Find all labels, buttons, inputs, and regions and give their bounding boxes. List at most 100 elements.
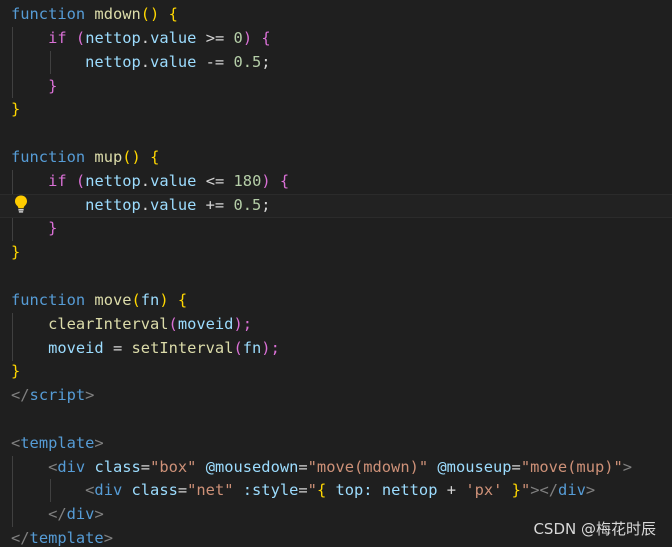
code-line-9-current[interactable]: nettop.value += 0.5;	[0, 194, 672, 218]
lightbulb-icon[interactable]	[12, 194, 30, 214]
code-line-15[interactable]: moveid = setInterval(fn);	[0, 337, 672, 361]
code-line-14[interactable]: clearInterval(moveid);	[0, 313, 672, 337]
bracket: }	[511, 481, 521, 499]
identifier: value	[150, 29, 197, 47]
bracket: {	[177, 291, 188, 309]
identifier: top:	[335, 481, 373, 499]
function-name: mup	[94, 148, 123, 166]
string: "	[307, 481, 317, 499]
tag-punctuation: >	[94, 434, 104, 452]
bracket: (	[75, 172, 86, 190]
identifier: moveid	[48, 339, 104, 357]
identifier: nettop	[381, 481, 438, 499]
number: 0	[233, 29, 243, 47]
bracket: );	[233, 315, 252, 333]
tag-punctuation: ></	[530, 481, 559, 499]
keyword: function	[11, 5, 86, 23]
string: "box"	[150, 458, 197, 476]
bracket: }	[48, 219, 58, 237]
function-name: clearInterval	[48, 315, 169, 333]
code-line-20[interactable]: <div class="box" @mousedown="move(mdown)…	[0, 456, 672, 480]
operator: =	[298, 481, 308, 499]
attribute-name: @mouseup	[437, 458, 512, 476]
operator: .	[140, 196, 151, 214]
tag-name: div	[94, 481, 123, 499]
bracket: )	[261, 172, 271, 190]
operator: =	[298, 458, 308, 476]
code-line-16[interactable]: }	[0, 360, 672, 384]
bracket: {	[261, 29, 271, 47]
bracket: }	[11, 100, 21, 118]
number: 180	[233, 172, 262, 190]
bracket: }	[11, 243, 21, 261]
code-line-3[interactable]: nettop.value -= 0.5;	[0, 51, 672, 75]
operator: .	[140, 172, 151, 190]
tag-name: div	[558, 481, 586, 499]
identifier: moveid	[177, 315, 234, 333]
bracket: )	[242, 29, 253, 47]
watermark: CSDN @梅花时辰	[533, 520, 656, 538]
number: 0.5	[233, 196, 262, 214]
code-line-21[interactable]: <div class="net" :style="{ top: nettop +…	[0, 479, 672, 503]
keyword: if	[48, 172, 67, 190]
function-name: move	[94, 291, 132, 309]
operator: =	[511, 458, 521, 476]
operator: -=	[205, 53, 225, 71]
tag-punctuation: >	[94, 505, 104, 523]
bracket: }	[11, 362, 21, 380]
punctuation: ;	[261, 53, 271, 71]
identifier: fn	[242, 339, 262, 357]
bracket: {	[316, 481, 327, 499]
function-name: mdown	[94, 5, 141, 23]
operator: =	[112, 339, 123, 357]
identifier: value	[150, 196, 197, 214]
string: "net"	[187, 481, 234, 499]
code-line-13[interactable]: function move(fn) {	[0, 289, 672, 313]
operator: =	[140, 458, 151, 476]
bracket: (	[75, 29, 86, 47]
bracket: }	[48, 77, 58, 95]
tag-punctuation: </	[11, 529, 30, 547]
operator: =	[177, 481, 188, 499]
bracket: (	[168, 315, 178, 333]
tag-name: div	[57, 458, 86, 476]
code-line-19[interactable]: <template>	[0, 432, 672, 456]
operator: >=	[205, 29, 225, 47]
bracket: (	[233, 339, 243, 357]
bracket: {	[168, 5, 178, 23]
operator: +	[446, 481, 457, 499]
tag-name: div	[66, 505, 95, 523]
code-line-17[interactable]: </script>	[0, 384, 672, 408]
operator: +=	[205, 196, 225, 214]
operator: .	[140, 29, 151, 47]
bracket: )	[159, 291, 169, 309]
parameter: fn	[140, 291, 160, 309]
tag-name: template	[20, 434, 95, 452]
code-line-5[interactable]: }	[0, 98, 672, 122]
bracket: );	[261, 339, 280, 357]
code-line-4[interactable]: }	[0, 75, 672, 99]
tag-name: template	[29, 529, 104, 547]
function-name: setInterval	[131, 339, 234, 357]
code-line-2[interactable]: if (nettop.value >= 0) {	[0, 27, 672, 51]
string: "	[520, 481, 531, 499]
code-line-8[interactable]: if (nettop.value <= 180) {	[0, 170, 672, 194]
code-line-7[interactable]: function mup() {	[0, 146, 672, 170]
attribute-name: class	[131, 481, 178, 499]
tag-punctuation: <	[48, 458, 58, 476]
bracket: (	[131, 291, 141, 309]
code-line-10[interactable]: }	[0, 217, 672, 241]
tag-punctuation: >	[85, 386, 95, 404]
punctuation: ;	[261, 196, 271, 214]
identifier: nettop	[85, 172, 141, 190]
code-editor[interactable]: function mdown() { if (nettop.value >= 0…	[0, 0, 672, 547]
attribute-name: @mousedown	[205, 458, 299, 476]
code-line-1[interactable]: function mdown() {	[0, 3, 672, 27]
code-line-11[interactable]: }	[0, 241, 672, 265]
attribute-name: class	[94, 458, 141, 476]
string: "move(mup)"	[520, 458, 623, 476]
bracket: {	[150, 148, 160, 166]
bracket: {	[279, 172, 290, 190]
tag-punctuation: <	[11, 434, 21, 452]
identifier: value	[150, 53, 197, 71]
